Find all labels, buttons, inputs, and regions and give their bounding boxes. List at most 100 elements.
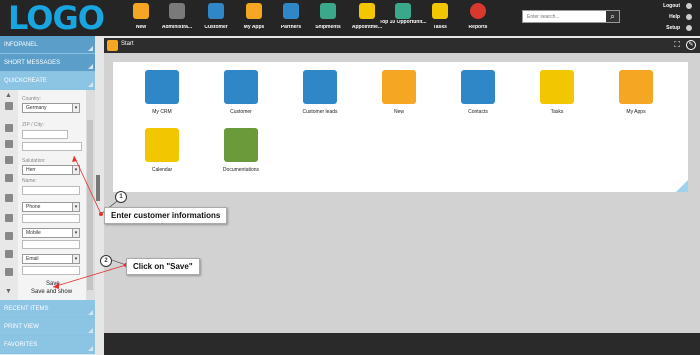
chevron-down-icon: ▾ <box>72 203 79 211</box>
tile-customer[interactable]: Customer <box>211 70 271 115</box>
logo: LOGO <box>8 0 105 37</box>
mobile-type-select[interactable]: Mobile ▾ <box>22 228 80 238</box>
zip-field[interactable] <box>22 130 68 139</box>
expand-corner-icon <box>88 64 93 69</box>
document-icon[interactable] <box>5 174 13 182</box>
salutation-select[interactable]: Herr ▾ <box>22 165 80 175</box>
email-type-select[interactable]: Email ▾ <box>22 254 80 264</box>
question-icon[interactable] <box>5 140 13 148</box>
chat-icon[interactable] <box>5 214 13 222</box>
name-field[interactable] <box>22 186 80 195</box>
expand-corner-icon <box>88 310 93 315</box>
person-icon[interactable] <box>5 124 13 132</box>
rocket-icon[interactable] <box>5 194 13 202</box>
mobile-type-value: Mobile <box>26 230 41 236</box>
tile-my-apps[interactable]: My Apps <box>606 70 666 115</box>
note-icon[interactable] <box>5 268 13 276</box>
chevron-down-icon: ▾ <box>72 229 79 237</box>
tile-label: Customer <box>230 109 252 115</box>
calendar-icon <box>145 128 179 162</box>
customer-icon <box>208 3 224 19</box>
phone-field[interactable] <box>22 214 80 223</box>
step-2-callout: Click on "Save" <box>126 258 200 275</box>
help-link[interactable]: Help <box>669 14 680 20</box>
sidebar-print-view[interactable]: PRINT VIEW <box>0 318 95 336</box>
sidebar-scrollbar[interactable] <box>86 90 95 300</box>
partners-icon <box>283 3 299 19</box>
start-tiles-panel: My CRM Customer Customer leads New Conta… <box>113 62 688 192</box>
nav-item-new[interactable]: New <box>121 0 161 36</box>
expand-corner-icon <box>88 82 93 87</box>
nav-item-partners[interactable]: Partners <box>271 0 311 36</box>
mobile-field[interactable] <box>22 240 80 249</box>
edit-icon[interactable] <box>5 232 13 240</box>
gear-icon[interactable] <box>686 25 692 31</box>
calendar-icon[interactable] <box>5 156 13 164</box>
tile-customer-leads[interactable]: Customer leads <box>290 70 350 115</box>
edit-icon[interactable]: ✎ <box>686 40 696 50</box>
bottom-bar <box>104 333 700 355</box>
page-title: Start <box>121 41 134 47</box>
nav-item-appointments[interactable]: Appointme... <box>347 0 387 36</box>
nav-item-my-apps[interactable]: My Apps <box>234 0 274 36</box>
expand-corner-icon <box>88 46 93 51</box>
wrench-icon <box>169 3 185 19</box>
tile-label: My CRM <box>152 109 172 115</box>
step-1-pointer-dot <box>99 212 103 216</box>
nav-item-administration[interactable]: Administra... <box>157 0 197 36</box>
sidebar-item-label: SHORT MESSAGES <box>4 60 61 66</box>
email-field[interactable] <box>22 266 80 275</box>
sidebar-resize-handle[interactable] <box>96 175 100 201</box>
main-header: Start ⛶ ✎ <box>104 38 700 53</box>
tile-label: New <box>393 109 404 115</box>
apps-icon <box>619 70 653 104</box>
sidebar-favorites[interactable]: FAVORITES <box>0 336 95 354</box>
chart-icon <box>395 3 411 19</box>
list-icon[interactable] <box>5 250 13 258</box>
phone-type-select[interactable]: Phone ▾ <box>22 202 80 212</box>
city-field[interactable] <box>22 142 82 151</box>
sidebar-quickcreate[interactable]: QUICKCREATE <box>0 72 95 90</box>
scrollbar-thumb[interactable] <box>87 120 93 290</box>
sidebar-infopanel[interactable]: INFOPANEL <box>0 36 95 54</box>
sidebar: INFOPANEL SHORT MESSAGES QUICKCREATE ▲ ▼… <box>0 36 95 355</box>
resize-corner-icon[interactable] <box>676 180 688 192</box>
tasks-icon <box>540 70 574 104</box>
tile-new[interactable]: New <box>369 70 429 115</box>
search-icon[interactable]: ⌕ <box>606 11 619 22</box>
logout-icon[interactable] <box>686 3 692 9</box>
arrow-up-icon[interactable]: ▲ <box>5 92 13 100</box>
tile-my-crm[interactable]: My CRM <box>132 70 192 115</box>
nav-item-tasks[interactable]: Tasks <box>420 0 460 36</box>
salutation-value: Herr <box>26 167 36 173</box>
fullscreen-icon[interactable]: ⛶ <box>674 40 680 50</box>
reports-icon <box>470 3 486 19</box>
nav-item-customer[interactable]: Customer <box>196 0 236 36</box>
nav-item-reports[interactable]: Reports <box>458 0 498 36</box>
tile-label: Calendar <box>151 167 173 173</box>
search-input[interactable] <box>523 11 605 22</box>
sidebar-recent-items[interactable]: RECENT ITEMS <box>0 300 95 318</box>
country-select[interactable]: Germany ▾ <box>22 103 80 113</box>
nav-item-shipments[interactable]: Shipments <box>308 0 348 36</box>
setup-link[interactable]: Setup <box>666 25 680 31</box>
country-label: Country: <box>22 96 41 102</box>
save-button[interactable]: Save <box>46 281 60 287</box>
nav-item-top10-opportunities[interactable]: Top 10 Opportunit... <box>379 0 427 36</box>
tile-contacts[interactable]: Contacts <box>448 70 508 115</box>
save-and-show-button[interactable]: Save and show <box>31 289 72 295</box>
logout-link[interactable]: Logout <box>663 3 680 9</box>
tile-label: Tasks <box>550 109 564 115</box>
quickcreate-icon-bar: ▲ ▼ <box>0 90 18 300</box>
tile-calendar[interactable]: Calendar <box>132 128 192 173</box>
top-navigation-bar: LOGO New Administra... Customer My Apps … <box>0 0 700 36</box>
arrow-down-icon[interactable]: ▼ <box>5 288 13 296</box>
expand-corner-icon <box>88 346 93 351</box>
tile-documentations[interactable]: Documentations <box>211 128 271 173</box>
customer-icon[interactable] <box>5 102 13 110</box>
document-icon <box>224 128 258 162</box>
sidebar-short-messages[interactable]: SHORT MESSAGES <box>0 54 95 72</box>
tile-tasks[interactable]: Tasks <box>527 70 587 115</box>
calendar-icon <box>359 3 375 19</box>
help-icon[interactable] <box>686 14 692 20</box>
